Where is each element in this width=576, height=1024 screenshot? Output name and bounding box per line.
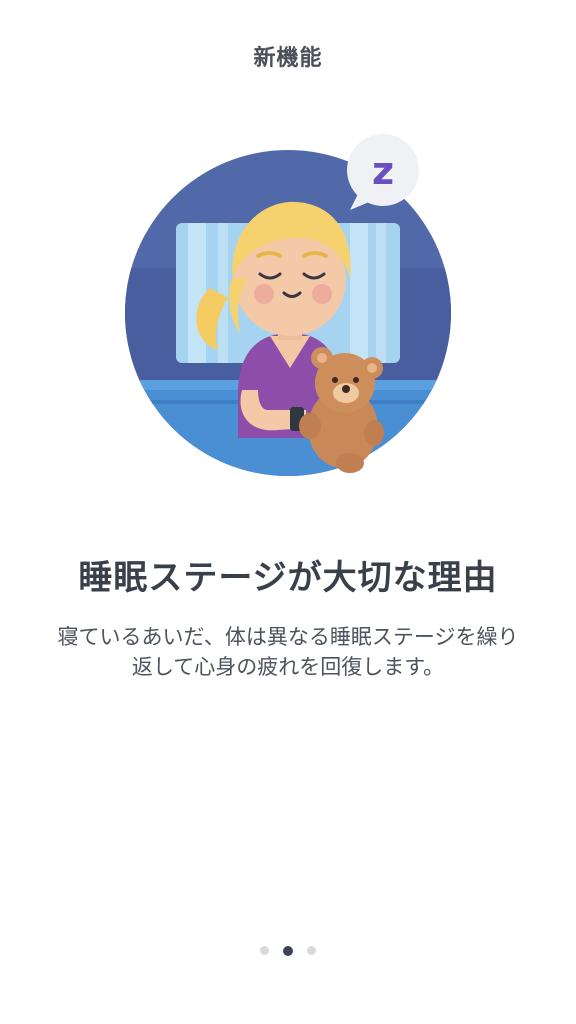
description: 寝ているあいだ、体は異なる睡眠ステージを繰り 返して心身の疲れを回復します。: [20, 622, 556, 682]
page-title: 新機能: [253, 46, 323, 71]
headline: 睡眠ステージが大切な理由: [78, 558, 498, 598]
page-indicator[interactable]: [0, 945, 576, 956]
bubble-letter: z: [372, 149, 394, 193]
page-dot-2[interactable]: [283, 945, 293, 956]
description-line-1: 寝ているあいだ、体は異なる睡眠ステージを繰り: [57, 625, 519, 649]
page-dot-3[interactable]: [307, 946, 316, 955]
sleeping-illustration: z: [125, 134, 451, 476]
description-line-2: 返して心身の疲れを回復します。: [131, 655, 445, 679]
sleep-bubble: z: [347, 134, 419, 210]
page-dot-1[interactable]: [260, 946, 269, 955]
